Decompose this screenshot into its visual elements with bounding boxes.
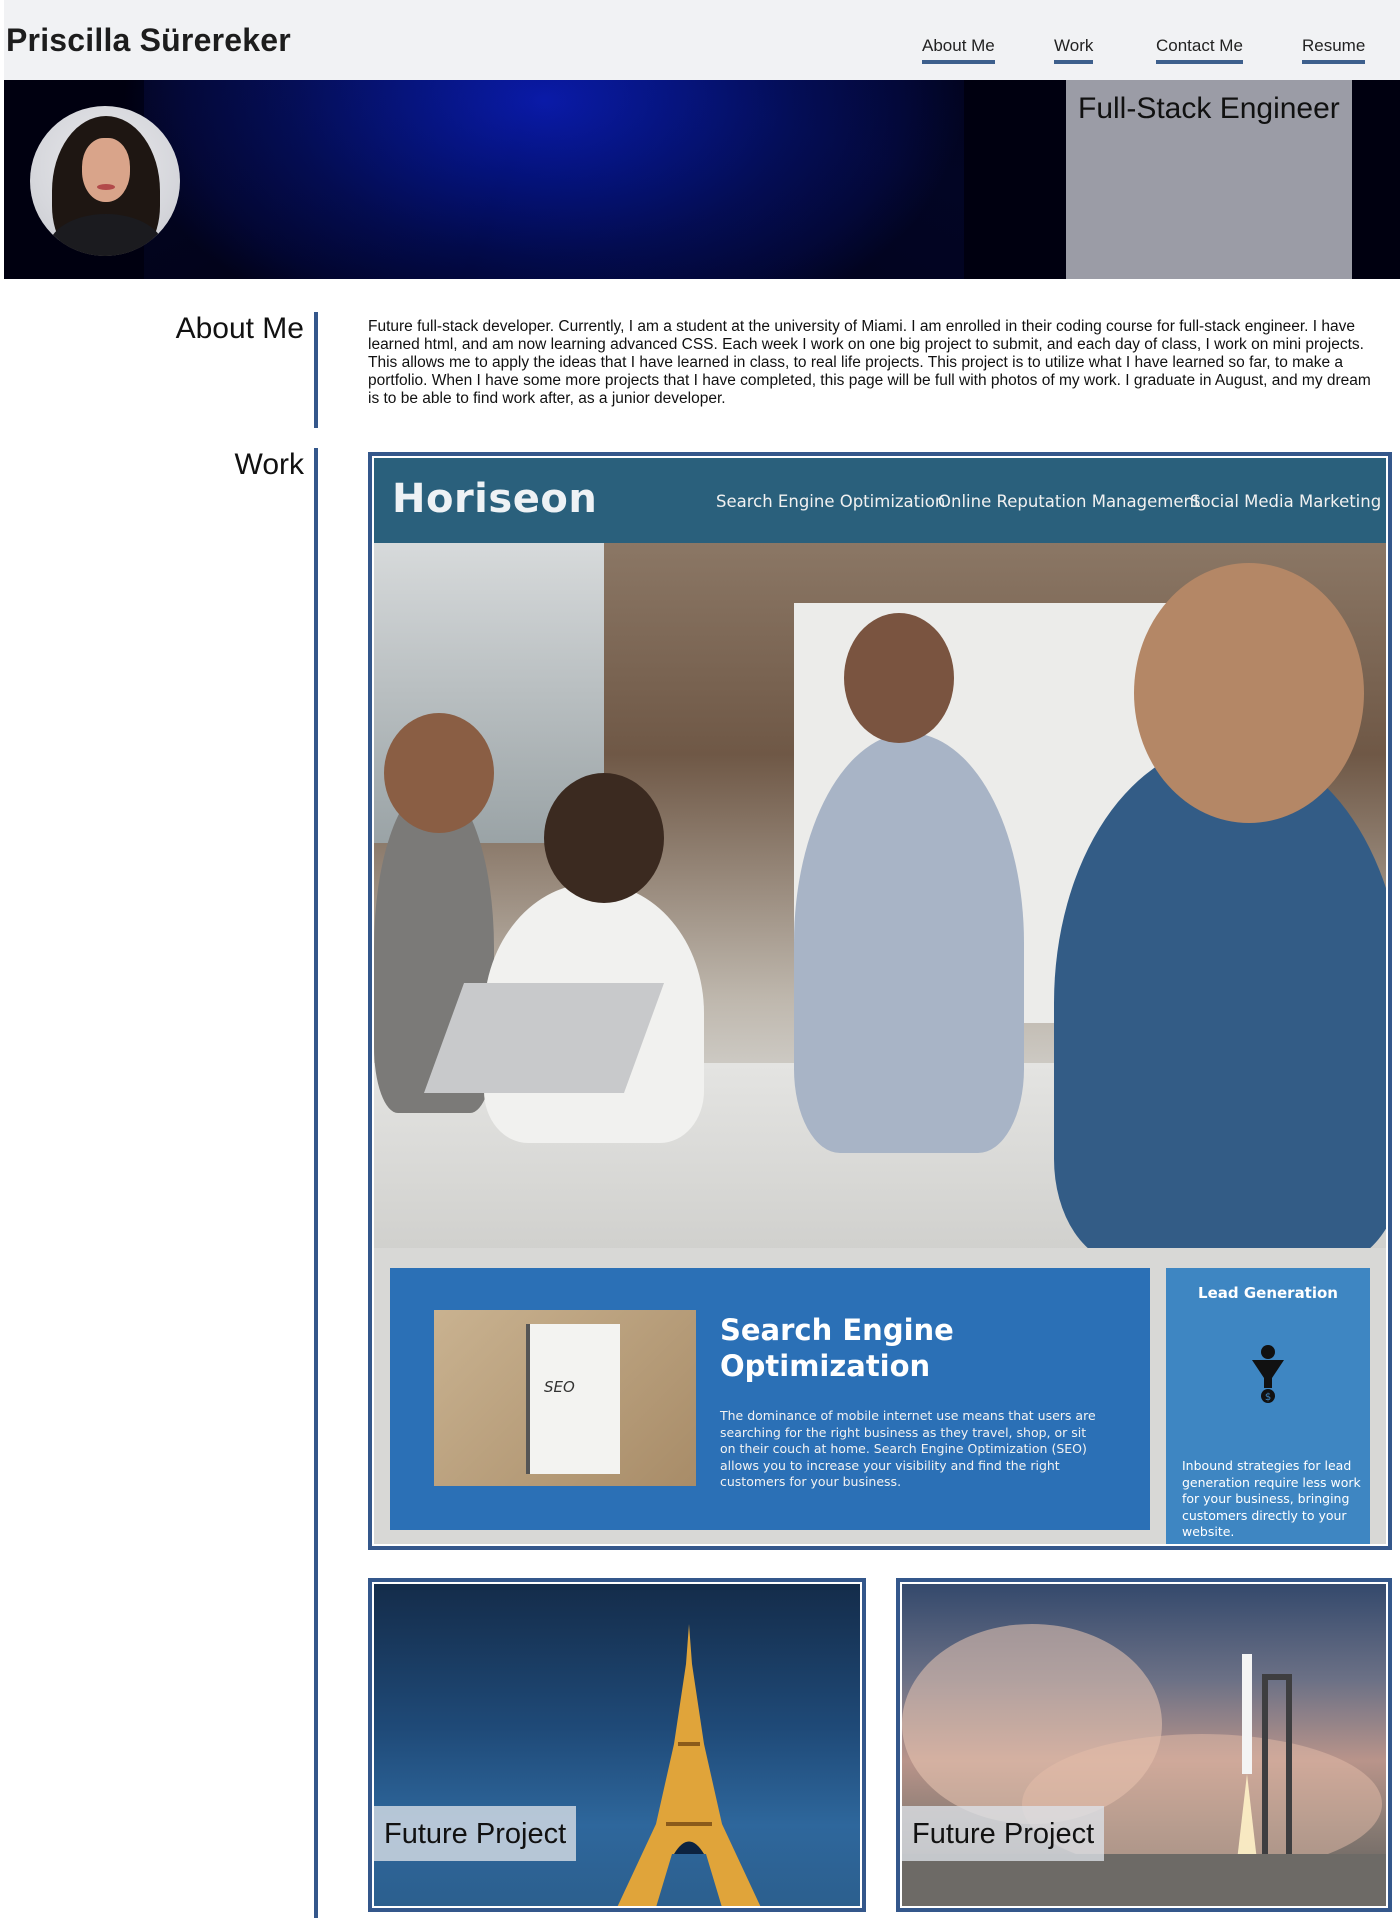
nav-work[interactable]: Work <box>1054 36 1094 64</box>
funnel-icon: $ <box>1252 1345 1284 1403</box>
future-project-image-2: Future Project <box>902 1584 1386 1906</box>
profile-avatar <box>30 106 180 256</box>
horiseon-hero-photo <box>374 543 1386 1248</box>
eiffel-tower-image <box>617 1624 761 1906</box>
nav-resume[interactable]: Resume <box>1302 36 1366 64</box>
nav-contact-me[interactable]: Contact Me <box>1156 36 1243 64</box>
role-box: Full-Stack Engineer <box>1066 80 1352 279</box>
lead-text: Inbound strategies for lead generation r… <box>1182 1458 1361 1539</box>
nav-about-me[interactable]: About Me <box>922 36 995 64</box>
future-project-card-1[interactable]: Future Project <box>368 1578 866 1912</box>
about-text: Future full-stack developer. Currently, … <box>368 318 1371 407</box>
featured-project-card[interactable]: Horiseon Search Engine Optimization Onli… <box>368 452 1392 1550</box>
future-project-label-1: Future Project <box>374 1806 577 1861</box>
seo-text: The dominance of mobile internet use mea… <box>720 1408 1096 1489</box>
horiseon-nav-seo: Search Engine Optimization <box>716 492 946 511</box>
seo-title: Search Engine Optimization <box>720 1312 954 1384</box>
about-heading: About Me <box>175 312 304 345</box>
future-project-image-1: Future Project <box>374 1584 860 1906</box>
main-nav: About Me Work Contact Me Resume <box>4 36 1400 66</box>
horiseon-nav-orm: Online Reputation Management <box>938 492 1201 511</box>
seo-note-text: SEO <box>544 1378 575 1396</box>
future-project-card-2[interactable]: Future Project <box>896 1578 1392 1912</box>
work-divider <box>314 448 318 1918</box>
horiseon-lead-section: Lead Generation $ Inbound strategies for… <box>1166 1268 1370 1544</box>
svg-text:$: $ <box>1265 1392 1271 1403</box>
lead-title: Lead Generation <box>1198 1284 1338 1302</box>
horiseon-header: Horiseon Search Engine Optimization Onli… <box>374 458 1386 543</box>
seo-title-line2: Optimization <box>720 1349 931 1383</box>
future-project-label-2: Future Project <box>902 1806 1105 1861</box>
horiseon-logo: Horiseon <box>392 476 598 522</box>
seo-notebook-image: SEO <box>434 1310 696 1486</box>
horiseon-content: SEO Search Engine Optimization The domin… <box>374 1248 1386 1544</box>
role-title: Full-Stack Engineer <box>1078 92 1340 125</box>
featured-project-screenshot: Horiseon Search Engine Optimization Onli… <box>374 458 1386 1544</box>
work-heading: Work <box>234 448 304 481</box>
about-divider <box>314 312 318 428</box>
seo-title-line1: Search Engine <box>720 1313 954 1347</box>
horiseon-seo-section: SEO Search Engine Optimization The domin… <box>390 1268 1150 1530</box>
horiseon-nav-smm: Social Media Marketing <box>1190 492 1382 511</box>
site-header: Priscilla Sürereker About Me Work Contac… <box>4 0 1400 80</box>
